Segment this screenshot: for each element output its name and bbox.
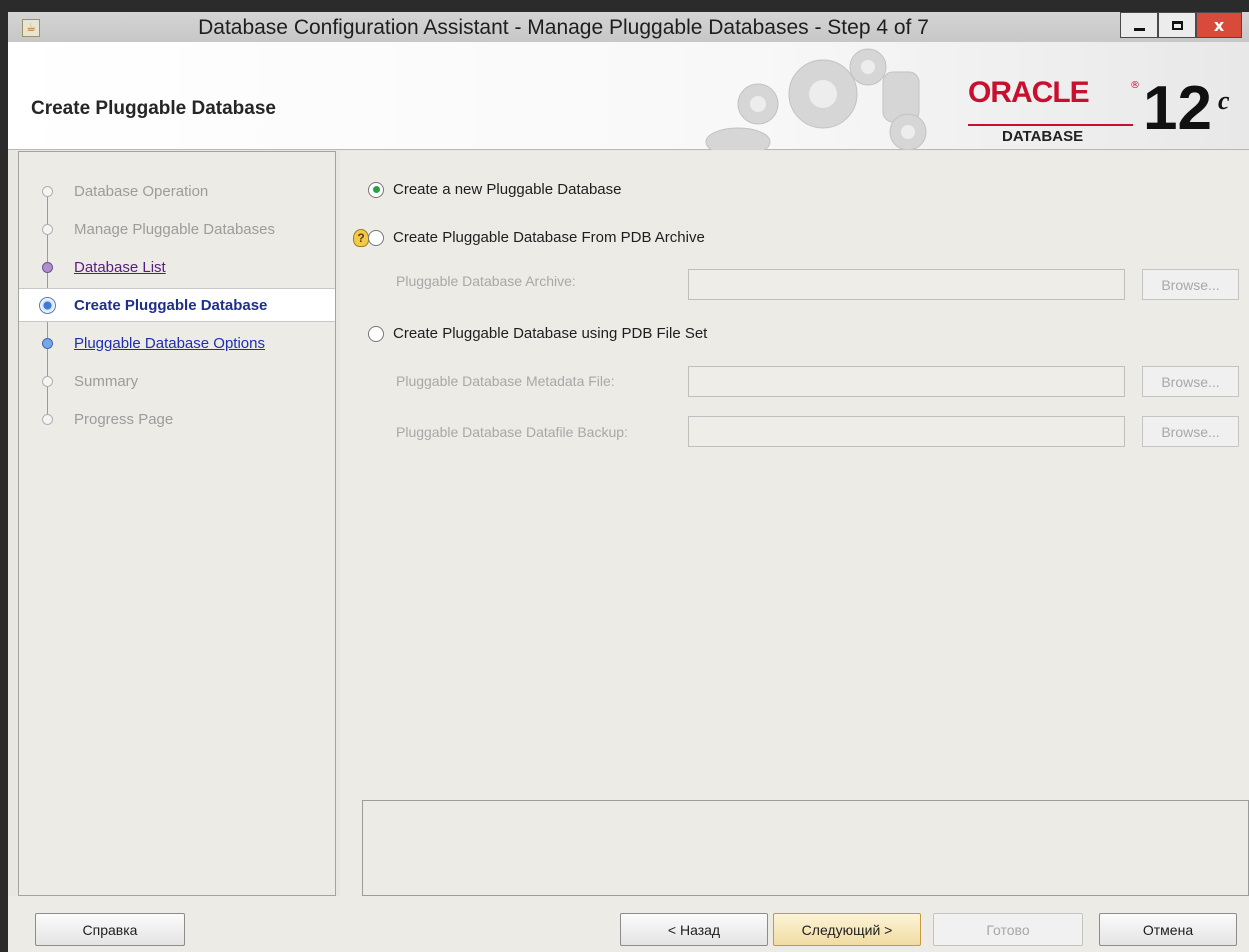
step-dot-icon bbox=[42, 261, 53, 273]
step-database-list[interactable]: Database List bbox=[19, 252, 335, 282]
step-dot-icon bbox=[42, 185, 53, 197]
version-suffix: c bbox=[1218, 86, 1230, 115]
title-bar[interactable]: ☕ Database Configuration Assistant - Man… bbox=[8, 0, 1249, 42]
option-file-set[interactable]: Create Pluggable Database using PDB File… bbox=[368, 325, 707, 342]
step-progress-page: Progress Page bbox=[19, 404, 335, 434]
minimize-icon bbox=[1133, 27, 1145, 31]
java-icon: ☕ bbox=[22, 19, 40, 37]
oracle-logo: ORACLE ® DATABASE bbox=[968, 76, 1140, 145]
step-navigator: Database Operation Manage Pluggable Data… bbox=[18, 151, 336, 896]
step-label: Database Operation bbox=[74, 182, 209, 200]
archive-path-field[interactable] bbox=[688, 269, 1125, 300]
registered-mark: ® bbox=[1130, 80, 1140, 91]
close-icon: x bbox=[1213, 15, 1225, 35]
back-button[interactable]: < Назад bbox=[620, 913, 768, 946]
logo-underline bbox=[968, 124, 1133, 126]
datafile-field-label: Pluggable Database Datafile Backup: bbox=[396, 424, 628, 440]
datafile-backup-field[interactable] bbox=[688, 416, 1125, 447]
step-summary: Summary bbox=[19, 366, 335, 396]
options-panel: Create a new Pluggable Database ? Create… bbox=[340, 151, 1249, 896]
archive-field-label: Pluggable Database Archive: bbox=[396, 273, 576, 289]
new-pdb-label[interactable]: Create a new Pluggable Database bbox=[393, 181, 622, 198]
step-label: Manage Pluggable Databases bbox=[74, 220, 275, 238]
minimize-button[interactable] bbox=[1120, 12, 1158, 38]
step-label: Create Pluggable Database bbox=[74, 296, 268, 314]
metadata-field-label: Pluggable Database Metadata File: bbox=[396, 373, 615, 389]
datafile-browse-button[interactable]: Browse... bbox=[1142, 416, 1239, 447]
hint-bulb-icon: ? bbox=[353, 229, 369, 247]
option-new-pdb[interactable]: Create a new Pluggable Database bbox=[368, 181, 622, 198]
step-dot-icon bbox=[42, 413, 53, 425]
close-button[interactable]: x bbox=[1196, 12, 1242, 38]
step-label: Summary bbox=[74, 372, 139, 390]
gears-graphic bbox=[705, 48, 927, 150]
message-area bbox=[362, 800, 1249, 896]
database-wordmark: DATABASE bbox=[1002, 128, 1084, 145]
step-database-operation: Database Operation bbox=[19, 176, 335, 206]
step-dot-icon bbox=[42, 337, 53, 349]
metadata-file-field[interactable] bbox=[688, 366, 1125, 397]
oracle-wordmark: ORACLE bbox=[968, 76, 1090, 109]
archive-browse-button[interactable]: Browse... bbox=[1142, 269, 1239, 300]
help-button[interactable]: Справка bbox=[35, 913, 185, 946]
step-link[interactable]: Database List bbox=[74, 259, 166, 276]
step-dot-icon bbox=[42, 223, 53, 235]
button-bar: Справка < Назад Следующий > Готово Отмен… bbox=[8, 896, 1249, 952]
option-from-archive[interactable]: Create Pluggable Database From PDB Archi… bbox=[368, 229, 705, 246]
file-set-label[interactable]: Create Pluggable Database using PDB File… bbox=[393, 325, 707, 342]
step-pluggable-database-options[interactable]: Pluggable Database Options bbox=[19, 328, 335, 358]
maximize-button[interactable] bbox=[1158, 12, 1196, 38]
step-label: Progress Page bbox=[74, 410, 174, 428]
file-set-radio[interactable] bbox=[368, 325, 384, 342]
step-create-pluggable-database: Create Pluggable Database bbox=[19, 288, 335, 322]
page-title: Create Pluggable Database bbox=[31, 98, 276, 119]
version-number: 12 bbox=[1143, 74, 1212, 143]
window-title: Database Configuration Assistant - Manag… bbox=[198, 16, 929, 39]
metadata-browse-button[interactable]: Browse... bbox=[1142, 366, 1239, 397]
new-pdb-radio[interactable] bbox=[368, 181, 384, 198]
finish-button: Готово bbox=[933, 913, 1083, 946]
maximize-icon bbox=[1171, 20, 1183, 30]
current-step-icon bbox=[39, 296, 56, 314]
from-archive-label[interactable]: Create Pluggable Database From PDB Archi… bbox=[393, 229, 705, 246]
header-banner: Create Pluggable Database ORACLE ® DATAB bbox=[8, 42, 1249, 150]
dbca-window: ☕ Database Configuration Assistant - Man… bbox=[8, 0, 1249, 952]
step-manage-pluggable-databases: Manage Pluggable Databases bbox=[19, 214, 335, 244]
from-archive-radio[interactable] bbox=[368, 229, 384, 246]
cancel-button[interactable]: Отмена bbox=[1099, 913, 1237, 946]
step-dot-icon bbox=[42, 375, 53, 387]
step-link[interactable]: Pluggable Database Options bbox=[74, 335, 265, 352]
next-button[interactable]: Следующий > bbox=[773, 913, 921, 946]
